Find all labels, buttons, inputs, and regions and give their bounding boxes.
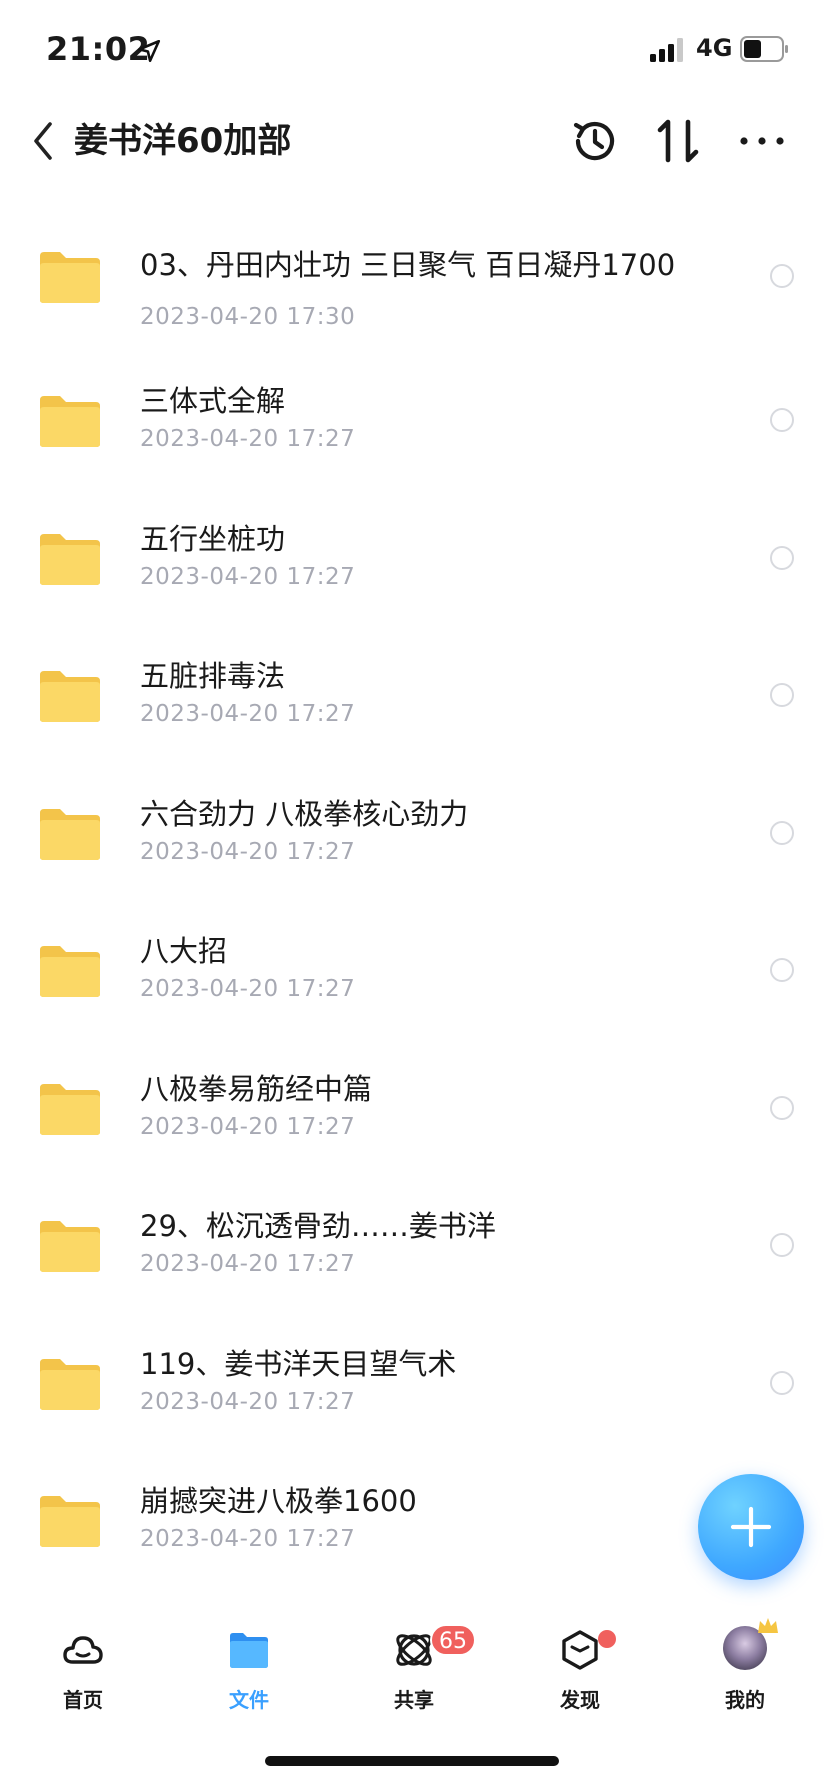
file-date: 2023-04-20 17:27	[140, 1113, 356, 1140]
select-radio[interactable]	[770, 1370, 794, 1395]
tab-label: 文件	[229, 1688, 269, 1712]
file-date: 2023-04-20 17:27	[140, 1251, 356, 1277]
tab-home[interactable]: 首页	[28, 1610, 138, 1720]
page-title: 姜书洋60加部	[74, 121, 292, 161]
folder-icon	[40, 252, 100, 303]
discover-dot	[598, 1630, 616, 1648]
tab-label: 发现	[560, 1688, 600, 1712]
cloud-icon	[63, 1636, 103, 1664]
tab-bar: 首页 文件 共享 65 发现 我的	[0, 1610, 828, 1720]
more-icon[interactable]	[732, 114, 792, 168]
file-row[interactable]: 八大招 2023-04-20 17:27	[0, 914, 828, 1052]
crown-icon	[758, 1618, 778, 1633]
file-name: 03、丹田内壮功 三日聚气 百日凝丹1700	[140, 248, 676, 282]
folder-icon	[40, 808, 100, 860]
select-radio[interactable]	[770, 545, 794, 570]
file-row[interactable]: 三体式全解 2023-04-20 17:27	[0, 364, 828, 502]
folder-icon	[40, 1358, 100, 1410]
file-row[interactable]: 六合劲力 八极拳核心劲力 2023-04-20 17:27	[0, 777, 828, 915]
file-date: 2023-04-20 17:27	[140, 838, 356, 865]
signal-icon	[650, 38, 683, 62]
home-indicator	[265, 1756, 559, 1766]
tab-label: 我的	[725, 1688, 765, 1712]
select-radio[interactable]	[770, 820, 794, 845]
file-row[interactable]: 29、松沉透骨劲……姜书洋 2023-04-20 17:27	[0, 1189, 828, 1327]
tab-files[interactable]: 文件	[194, 1610, 304, 1720]
select-radio[interactable]	[770, 1095, 794, 1120]
file-name: 五行坐桩功	[140, 521, 286, 556]
cube-icon	[562, 1630, 598, 1670]
location-arrow-icon	[137, 39, 161, 63]
file-row[interactable]: 五脏排毒法 2023-04-20 17:27	[0, 639, 828, 777]
tab-label: 共享	[394, 1688, 434, 1712]
tab-me[interactable]: 我的	[690, 1610, 800, 1720]
file-name: 六合劲力 八极拳核心劲力	[140, 796, 469, 831]
file-name: 29、松沉透骨劲……姜书洋	[140, 1209, 496, 1243]
select-radio[interactable]	[770, 683, 794, 707]
back-button[interactable]	[26, 116, 58, 166]
select-radio[interactable]	[770, 1233, 794, 1257]
file-date: 2023-04-20 17:27	[140, 426, 356, 452]
file-date: 2023-04-20 17:27	[140, 563, 356, 590]
folder-icon	[230, 1633, 268, 1668]
folder-icon	[40, 396, 100, 447]
file-date: 2023-04-20 17:27	[140, 701, 356, 727]
sort-icon[interactable]	[652, 114, 706, 168]
share-badge: 65	[430, 1624, 476, 1656]
folder-icon	[40, 946, 100, 997]
file-row[interactable]: 五行坐桩功 2023-04-20 17:27	[0, 502, 828, 640]
screen: 21:02 4G 姜书洋60加部 03、丹田内壮功 三日聚气 百日凝丹1700 …	[0, 0, 828, 1792]
file-row[interactable]: 03、丹田内壮功 三日聚气 百日凝丹1700 2023-04-20 17:30	[0, 208, 828, 364]
select-radio[interactable]	[770, 958, 794, 982]
history-icon[interactable]	[568, 114, 622, 168]
folder-icon	[40, 1221, 100, 1272]
file-name: 三体式全解	[140, 384, 286, 418]
status-time: 21:02	[46, 30, 151, 68]
folder-icon	[40, 671, 100, 722]
file-date: 2023-04-20 17:27	[140, 1526, 356, 1552]
file-row[interactable]: 119、姜书洋天目望气术 2023-04-20 17:27	[0, 1327, 828, 1465]
file-list: 03、丹田内壮功 三日聚气 百日凝丹1700 2023-04-20 17:30 …	[0, 208, 828, 1602]
folder-icon	[40, 1496, 100, 1547]
select-radio[interactable]	[770, 264, 794, 288]
file-date: 2023-04-20 17:27	[140, 976, 356, 1002]
folder-icon	[40, 1083, 100, 1135]
file-name: 八极拳易筋经中篇	[140, 1071, 373, 1106]
select-radio[interactable]	[770, 408, 794, 432]
battery-icon	[740, 36, 788, 62]
file-name: 五脏排毒法	[140, 659, 286, 693]
file-date: 2023-04-20 17:30	[140, 304, 356, 330]
tab-discover[interactable]: 发现	[525, 1610, 635, 1720]
add-button[interactable]	[698, 1474, 804, 1580]
folder-icon	[40, 533, 100, 585]
file-date: 2023-04-20 17:27	[140, 1388, 356, 1415]
file-row[interactable]: 八极拳易筋经中篇 2023-04-20 17:27	[0, 1052, 828, 1190]
nav-bar: 姜书洋60加部	[0, 100, 828, 210]
network-label: 4G	[696, 34, 733, 62]
file-name: 崩撼突进八极拳1600	[140, 1484, 417, 1518]
share-orbit-icon	[396, 1634, 432, 1666]
file-name: 八大招	[140, 934, 228, 968]
status-bar: 21:02 4G	[0, 0, 828, 100]
file-name: 119、姜书洋天目望气术	[140, 1346, 457, 1381]
tab-label: 首页	[63, 1688, 103, 1712]
plus-icon	[730, 1506, 772, 1548]
